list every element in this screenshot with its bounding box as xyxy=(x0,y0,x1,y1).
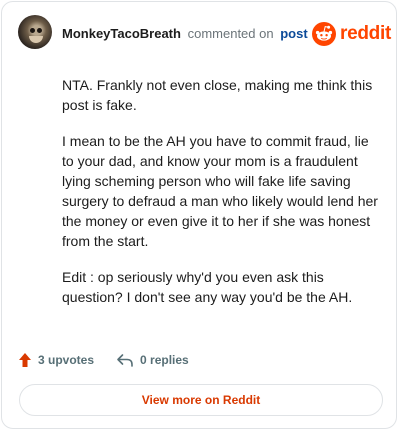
upvotes-stat[interactable]: 3 upvotes xyxy=(18,352,94,368)
replies-stat[interactable]: 0 replies xyxy=(116,353,189,367)
view-more-button[interactable]: View more on Reddit xyxy=(19,384,383,416)
avatar[interactable] xyxy=(18,15,52,49)
replies-count: 0 replies xyxy=(140,353,189,367)
upvote-arrow-icon xyxy=(19,353,31,367)
upvotes-count: 3 upvotes xyxy=(38,353,95,367)
reddit-logo[interactable]: reddit xyxy=(312,21,391,47)
avatar-eye xyxy=(37,28,42,33)
avatar-mouth xyxy=(29,36,43,43)
reddit-alien-icon xyxy=(312,22,336,46)
comment-stats: 3 upvotes 0 replies xyxy=(18,348,189,372)
post-link[interactable]: post xyxy=(280,26,307,41)
comment-body: NTA. Frankly not even close, making me t… xyxy=(62,75,380,323)
embedded-comment-card: MonkeyTacoBreath commented on post reddi… xyxy=(1,1,397,429)
reddit-wordmark: reddit xyxy=(340,23,391,44)
username[interactable]: MonkeyTacoBreath xyxy=(62,26,181,41)
avatar-eye xyxy=(30,28,35,33)
comment-header: MonkeyTacoBreath commented on post xyxy=(62,26,308,42)
comment-paragraph: NTA. Frankly not even close, making me t… xyxy=(62,77,373,113)
comment-paragraph: Edit : op seriously why'd you even ask t… xyxy=(62,269,353,305)
commented-on-text: commented on xyxy=(187,26,274,41)
comment-paragraph: I mean to be the AH you have to commit f… xyxy=(62,133,378,249)
reply-arrow-icon xyxy=(117,354,133,367)
